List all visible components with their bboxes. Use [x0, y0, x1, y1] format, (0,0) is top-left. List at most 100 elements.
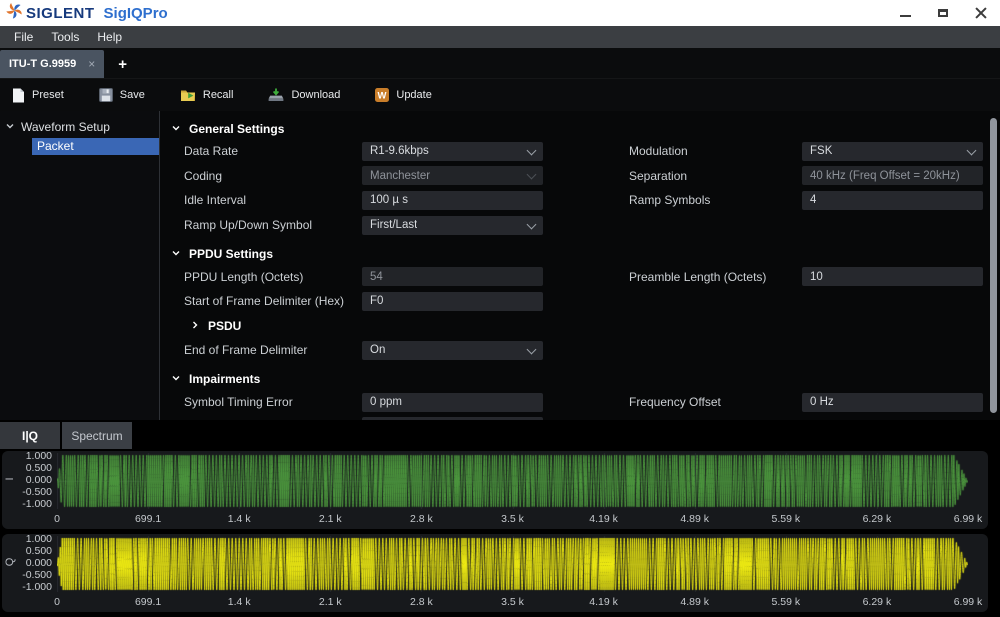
download-icon [268, 88, 284, 102]
update-w-icon: W [375, 88, 389, 102]
close-icon [975, 7, 987, 19]
x-tick-label: 0 [54, 596, 60, 608]
app-name-text: SigIQPro [104, 5, 168, 22]
chevron-right-icon [190, 319, 200, 333]
idle-interval-input[interactable]: 100 µ s [362, 191, 543, 210]
viewer-tab-spectrum[interactable]: Spectrum [62, 422, 132, 449]
minimize-icon [900, 15, 911, 17]
y-tick-label: -1.000 [6, 499, 52, 509]
field-value: 4 [810, 194, 816, 206]
section-header-ppdu-settings[interactable]: PPDU Settings [171, 243, 984, 264]
x-tick-label: 2.1 k [319, 596, 342, 608]
field-label: Data Rate [184, 144, 362, 158]
field-value: R1-9.6kbps [370, 145, 429, 157]
settings-scrollbar-thumb[interactable] [990, 118, 997, 413]
x-tick-label: 699.1 [135, 513, 161, 525]
settings-row: Ramp Up/Down Symbol First/Last [184, 213, 984, 238]
ramp-up-down-symbol-select[interactable]: First/Last [362, 216, 543, 235]
menu-item-tools[interactable]: Tools [42, 30, 88, 44]
download-button[interactable]: Download [268, 88, 340, 102]
q-trace-plot: Q1.0000.5000.000-0.500-1.0000699.11.4 k2… [2, 534, 988, 612]
sidebar-tree: Waveform SetupPacket [0, 111, 160, 420]
separation-input: 40 kHz (Freq Offset = 20kHz) [802, 166, 983, 185]
ppdu-length-octets-input: 54 [362, 267, 543, 286]
symbol-timing-error-input[interactable]: 0 ppm [362, 393, 543, 412]
field-value: On [370, 344, 385, 356]
x-tick-label: 4.89 k [680, 596, 709, 608]
x-tick-label: 4.19 k [589, 596, 618, 608]
field-label: End of Frame Delimiter [184, 343, 362, 357]
x-tick-label: 6.29 k [863, 596, 892, 608]
maximize-icon [938, 9, 948, 17]
save-button-label: Save [120, 89, 145, 101]
document-tab[interactable]: ITU-T G.9959× [0, 50, 104, 78]
main-area: Waveform SetupPacket General Settings Dat… [0, 111, 1000, 420]
maximize-button[interactable] [924, 0, 962, 26]
waveform-trace-i [57, 453, 968, 509]
field-label: Ramp Up/Down Symbol [184, 218, 362, 232]
sidebar-item-waveform-setup[interactable]: Waveform Setup [0, 115, 159, 138]
field-value: F0 [370, 295, 383, 307]
new-tab-button[interactable]: + [118, 50, 127, 78]
download-button-label: Download [291, 89, 340, 101]
subsection-psdu[interactable]: PSDU [190, 319, 241, 333]
recall-button[interactable]: Recall [180, 88, 234, 102]
section-title: PPDU Settings [189, 247, 273, 261]
viewer-tab-iq[interactable]: I|Q [0, 422, 60, 449]
x-tick-label: 1.4 k [228, 596, 251, 608]
close-button[interactable] [962, 0, 1000, 26]
tab-close-icon[interactable]: × [88, 58, 95, 70]
waveform-trace-q [57, 536, 968, 592]
settings-row: PSDU [184, 314, 984, 339]
y-tick-label: 0.500 [6, 463, 52, 473]
minimize-button[interactable] [886, 0, 924, 26]
preset-button[interactable]: Preset [12, 88, 64, 103]
section-header-general-settings[interactable]: General Settings [171, 118, 984, 139]
field-value: Manchester [370, 170, 430, 182]
settings-panel: General Settings Data Rate R1-9.6kbps Modul… [160, 111, 1000, 420]
modulation-select[interactable]: FSK [802, 142, 983, 161]
preset-document-icon [12, 88, 25, 103]
frequency-offset-input[interactable]: 0 Hz [802, 393, 983, 412]
preamble-length-octets-input[interactable]: 10 [802, 267, 983, 286]
sidebar-item-packet[interactable]: Packet [32, 138, 159, 155]
x-tick-label: 2.8 k [410, 513, 433, 525]
save-floppy-icon [99, 88, 113, 102]
settings-row: PPDU Length (Octets)54Preamble Length (O… [184, 264, 984, 289]
x-tick-label: 1.4 k [228, 513, 251, 525]
save-button[interactable]: Save [99, 88, 145, 102]
x-tick-label: 6.99 k [954, 513, 983, 525]
field-label: Start of Frame Delimiter (Hex) [184, 294, 362, 308]
settings-row: Symbol Timing Error 0 ppm Frequency Offset… [184, 390, 984, 415]
field-value: 0 ppm [370, 396, 402, 408]
x-tick-label: 5.59 k [771, 513, 800, 525]
subsection-label: PSDU [208, 319, 241, 333]
start-of-frame-delimiter-hex-input[interactable]: F0 [362, 292, 543, 311]
y-tick-label: 0.000 [6, 558, 52, 568]
svg-text:W: W [378, 91, 387, 102]
field-label: Symbol Timing Error [184, 395, 362, 409]
y-tick-label: 0.000 [6, 475, 52, 485]
settings-row: Start of Frame Delimiter (Hex) F0 [184, 289, 984, 314]
menu-item-file[interactable]: File [5, 30, 42, 44]
window-controls [886, 0, 1000, 26]
update-button[interactable]: WUpdate [375, 88, 431, 102]
preset-button-label: Preset [32, 89, 64, 101]
field-value: First/Last [370, 219, 417, 231]
menu-item-help[interactable]: Help [88, 30, 131, 44]
x-tick-label: 3.5 k [501, 596, 524, 608]
section-title: General Settings [189, 122, 284, 136]
y-tick-label: -1.000 [6, 582, 52, 592]
field-value: 40 kHz (Freq Offset = 20kHz) [810, 170, 960, 182]
x-tick-label: 2.1 k [319, 513, 342, 525]
data-rate-select[interactable]: R1-9.6kbps [362, 142, 543, 161]
section-header-impairments[interactable]: Impairments [171, 369, 984, 390]
ramp-symbols-input[interactable]: 4 [802, 191, 983, 210]
y-tick-label: 1.000 [6, 451, 52, 461]
field-label: Frequency Offset [629, 395, 802, 409]
end-of-frame-delimiter-select[interactable]: On [362, 341, 543, 360]
field-value: 54 [370, 271, 383, 283]
field-label: Modulation [629, 144, 802, 158]
settings-row: End of Frame Delimiter On [184, 338, 984, 363]
menu-bar: FileToolsHelp [0, 26, 1000, 48]
